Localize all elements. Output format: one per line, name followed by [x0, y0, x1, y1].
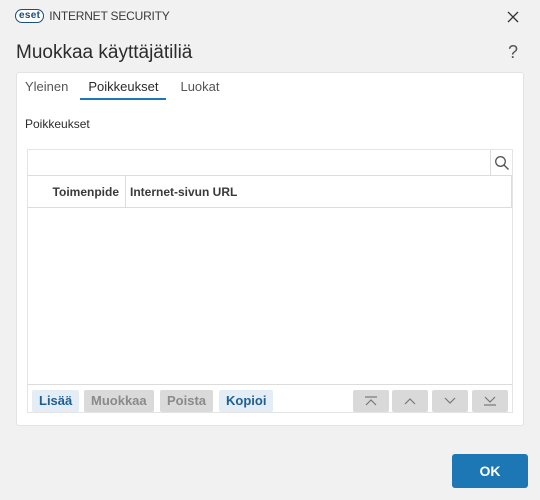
move-bottom-button[interactable]	[472, 390, 508, 412]
tab-yleinen[interactable]: Yleinen	[25, 73, 68, 100]
close-icon	[507, 11, 519, 23]
section-label: Poikkeukset	[25, 117, 90, 131]
move-top-icon	[365, 396, 377, 406]
ok-button[interactable]: OK	[452, 454, 528, 488]
search-row	[28, 150, 512, 176]
add-button[interactable]: Lisää	[32, 390, 80, 412]
move-bottom-icon	[484, 396, 496, 406]
search-input[interactable]	[28, 150, 490, 175]
column-header-action[interactable]: Toimenpide	[28, 176, 126, 207]
content-panel: Yleinen Poikkeukset Luokat Poikkeukset T…	[16, 72, 524, 426]
eset-logo: eset INTERNET SECURITY	[15, 9, 170, 23]
dialog-title: Muokkaa käyttäjätiliä	[16, 42, 193, 63]
product-name: INTERNET SECURITY	[49, 9, 170, 23]
move-top-button[interactable]	[353, 390, 389, 412]
copy-button[interactable]: Kopioi	[219, 390, 274, 412]
move-up-icon	[404, 398, 416, 405]
move-down-icon	[444, 397, 456, 404]
move-up-button[interactable]	[392, 390, 428, 412]
tab-bar: Yleinen Poikkeukset Luokat	[17, 73, 230, 101]
table-body[interactable]	[28, 209, 512, 385]
column-header-url[interactable]: Internet-sivun URL	[126, 176, 512, 207]
tab-luokat[interactable]: Luokat	[180, 73, 219, 100]
move-down-button[interactable]	[432, 390, 468, 412]
search-icon	[494, 155, 509, 170]
search-button[interactable]	[490, 150, 512, 175]
table-header: Toimenpide Internet-sivun URL	[28, 176, 512, 208]
title-bar: eset INTERNET SECURITY	[0, 0, 540, 34]
brand-badge: eset	[15, 9, 45, 23]
edit-button[interactable]: Muokkaa	[84, 390, 154, 412]
exceptions-table: Toimenpide Internet-sivun URL Lisää Muok…	[27, 149, 513, 413]
delete-button[interactable]: Poista	[160, 390, 214, 412]
tab-poikkeukset[interactable]: Poikkeukset	[80, 73, 167, 100]
table-toolbar: Lisää Muokkaa Poista Kopioi	[28, 384, 512, 412]
close-button[interactable]	[504, 8, 522, 26]
help-button[interactable]: ?	[508, 42, 518, 63]
